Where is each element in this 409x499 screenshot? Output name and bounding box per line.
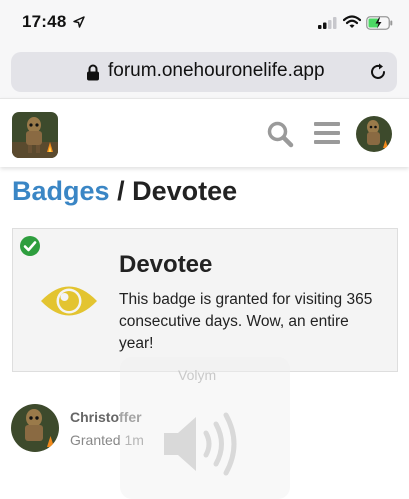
- wifi-icon: [343, 15, 361, 28]
- site-logo[interactable]: [12, 112, 58, 158]
- breadcrumb-current: Devotee: [132, 176, 238, 206]
- breadcrumb-separator: /: [117, 176, 125, 206]
- speaker-icon: [164, 412, 237, 476]
- battery-charging-icon: [366, 16, 393, 30]
- status-time: 17:48: [22, 12, 67, 31]
- eye-icon: [41, 286, 97, 316]
- avatar[interactable]: [356, 116, 392, 152]
- volume-overlay: Volym: [120, 357, 290, 499]
- grantee-avatar[interactable]: [11, 404, 59, 452]
- search-icon[interactable]: [266, 120, 294, 148]
- badge-name: Devotee: [119, 251, 213, 278]
- check-circle-icon: [20, 236, 40, 256]
- browser-toolbar: forum.onehouronelife.app: [0, 46, 409, 98]
- badge-description: This badge is granted for visiting 365 c…: [119, 291, 373, 352]
- volume-overlay-label: Volym: [178, 367, 217, 383]
- reload-icon[interactable]: [368, 62, 388, 82]
- status-bar: 17:48: [0, 0, 409, 46]
- signal-icon: [318, 17, 337, 29]
- site-header: [0, 98, 409, 167]
- menu-icon[interactable]: [314, 121, 340, 145]
- address-bar[interactable]: forum.onehouronelife.app: [11, 52, 397, 92]
- page-title: Badges / Devotee: [12, 176, 237, 207]
- url-text[interactable]: forum.onehouronelife.app: [108, 60, 325, 82]
- lock-icon: [87, 64, 99, 81]
- badge-card: Devotee This badge is granted for visiti…: [12, 228, 398, 372]
- breadcrumb-badges-link[interactable]: Badges: [12, 176, 110, 206]
- location-arrow-icon: [73, 16, 85, 28]
